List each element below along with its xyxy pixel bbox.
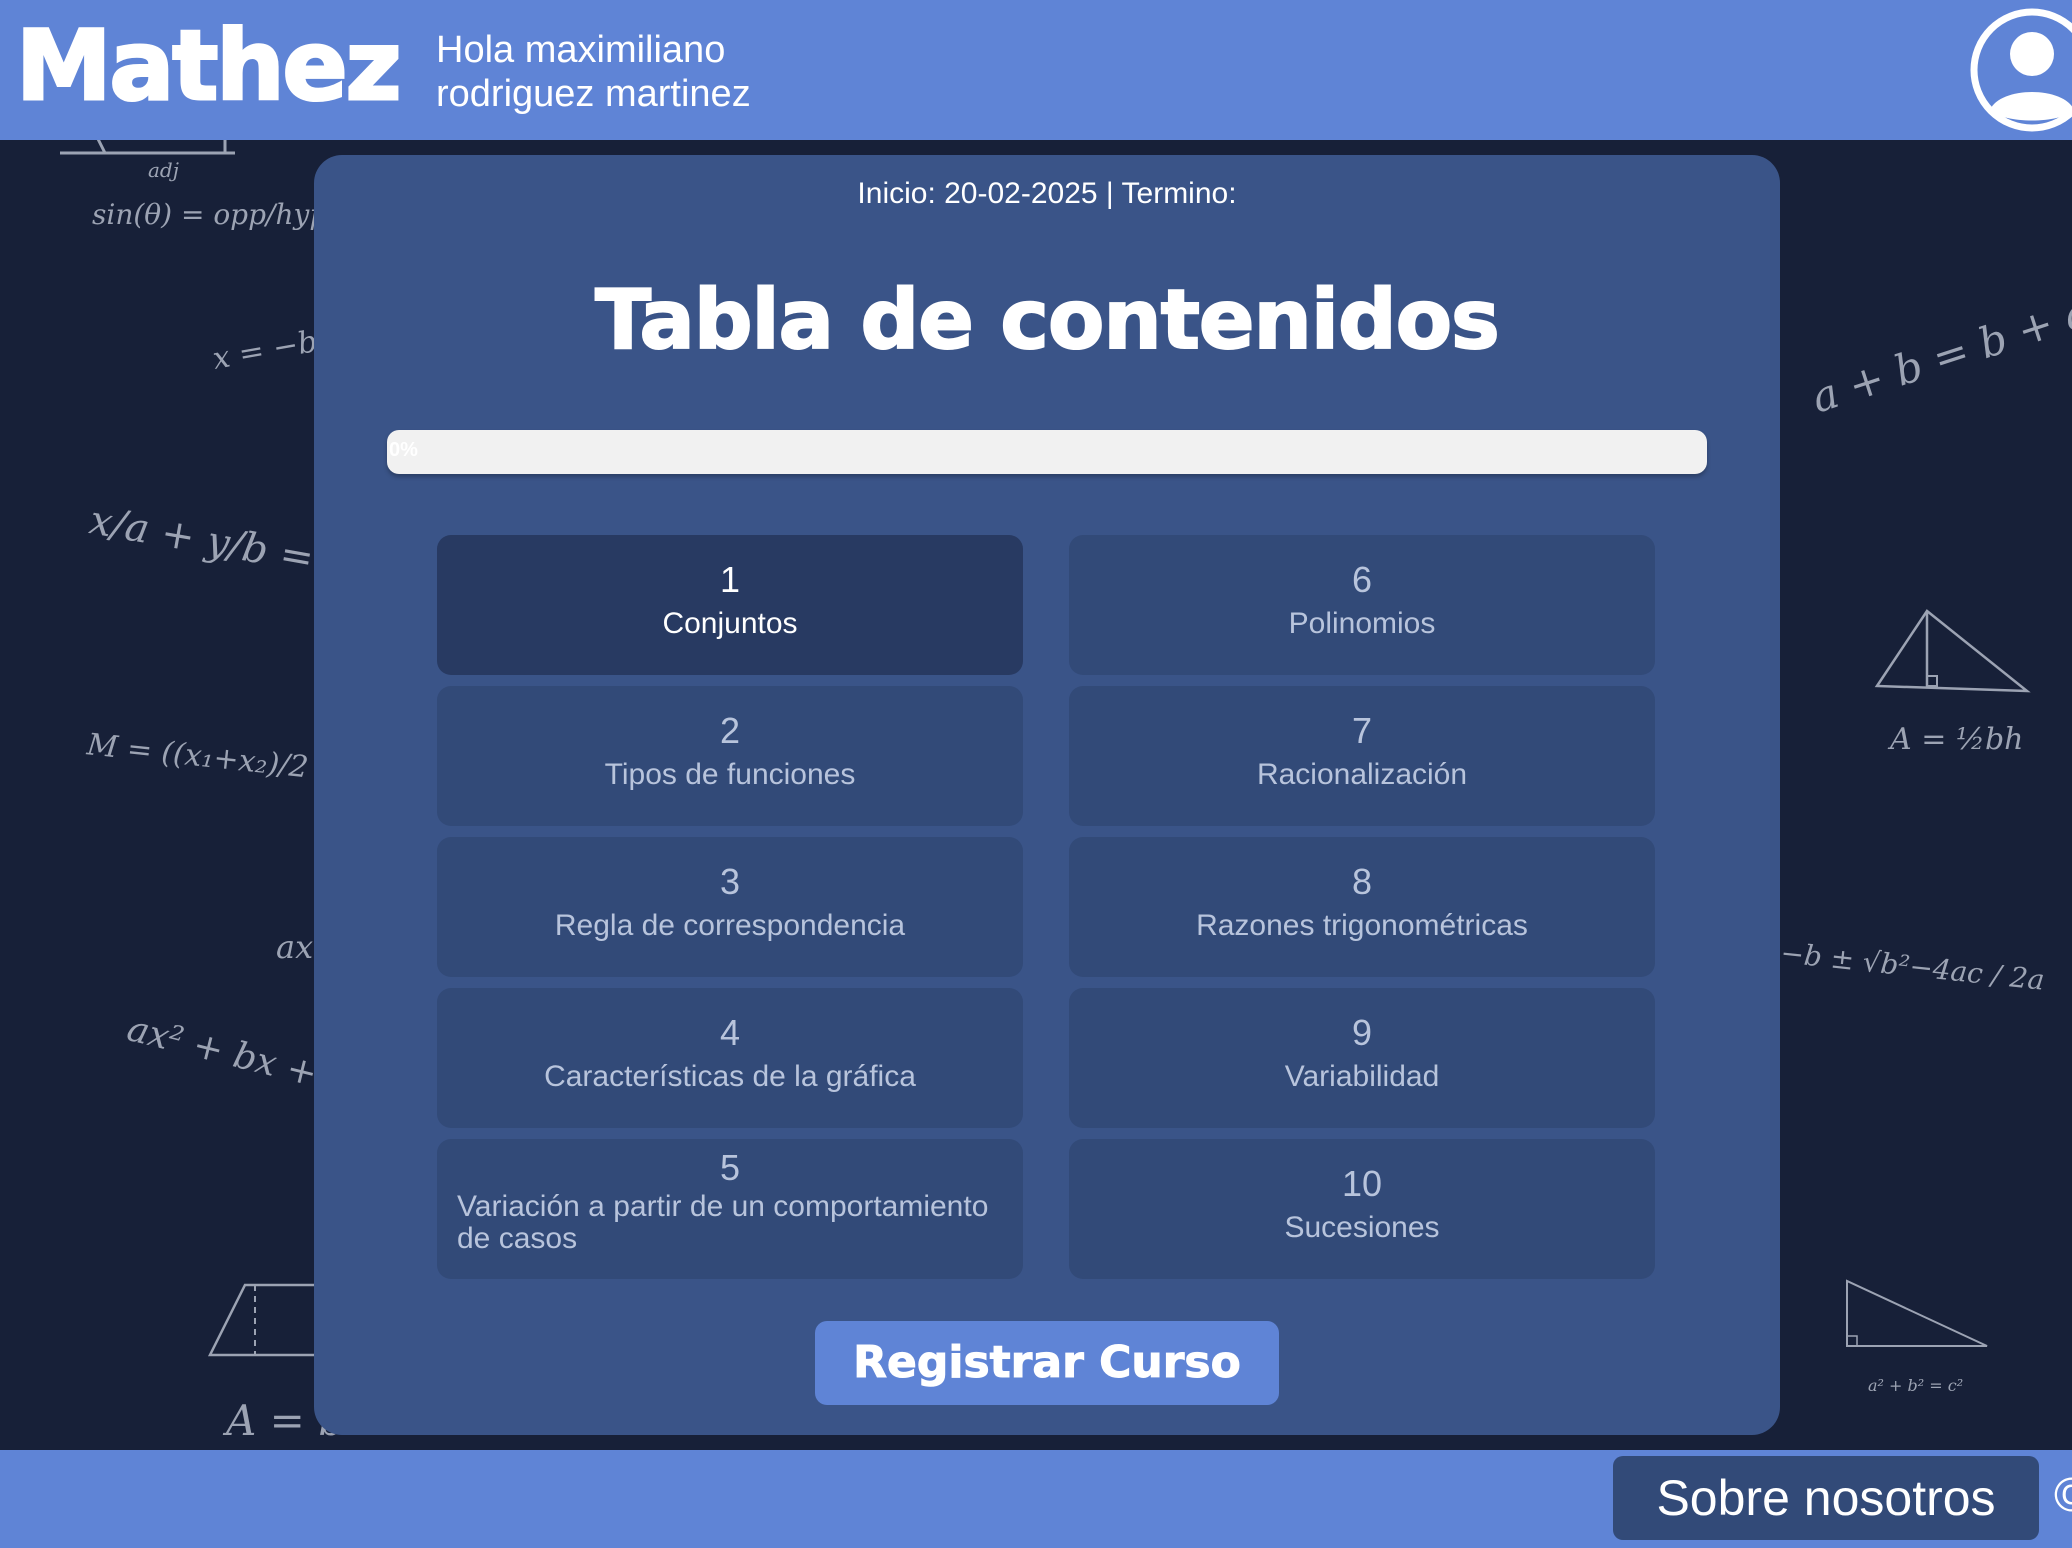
topic-label: Polinomios bbox=[1288, 607, 1436, 640]
topic-button-6[interactable]: 6 Polinomios bbox=[1069, 535, 1655, 675]
topic-label: Regla de correspondencia bbox=[554, 909, 906, 942]
topic-button-8[interactable]: 8 Razones trigonométricas bbox=[1069, 837, 1655, 977]
footer-bar: Sobre nosotros © bbox=[0, 1450, 2072, 1548]
topic-label: Conjuntos bbox=[662, 607, 798, 640]
topic-number: 6 bbox=[1351, 559, 1373, 600]
register-course-button[interactable]: Registrar Curso bbox=[815, 1321, 1279, 1405]
chalk-formula-triangle-area: A = ½bh bbox=[1890, 722, 2024, 757]
chalk-formula-adj: adj bbox=[148, 158, 179, 182]
chalk-formula-pythagoras: a² + b² = c² bbox=[1868, 1376, 1964, 1395]
start-date: Inicio: 20-02-2025 bbox=[857, 177, 1098, 210]
topic-number: 8 bbox=[1351, 861, 1373, 902]
topic-number: 9 bbox=[1351, 1012, 1373, 1053]
topic-number: 3 bbox=[719, 861, 741, 902]
page-title: Tabla de contenidos bbox=[594, 272, 1501, 369]
topic-button-7[interactable]: 7 Racionalización bbox=[1069, 686, 1655, 826]
course-dates: Inicio: 20-02-2025 | Termino: bbox=[314, 177, 1780, 211]
chalk-formula-commutative: a + b = b + a bbox=[1805, 286, 2072, 423]
topic-button-2[interactable]: 2 Tipos de funciones bbox=[437, 686, 1023, 826]
chalk-formula-sin: sin(θ) = opp/hyp bbox=[92, 198, 328, 231]
topic-label: Razones trigonométricas bbox=[1196, 909, 1528, 942]
topic-button-1[interactable]: 1 Conjuntos bbox=[437, 535, 1023, 675]
topic-button-9[interactable]: 9 Variabilidad bbox=[1069, 988, 1655, 1128]
topic-button-5[interactable]: 5 Variación a partir de un comportamient… bbox=[437, 1139, 1023, 1279]
chalk-formula-quadratic-right: −b ± √b²−4ac / 2a bbox=[1779, 936, 2047, 997]
topic-number: 1 bbox=[719, 559, 741, 600]
topic-label: Sucesiones bbox=[1284, 1211, 1440, 1244]
topic-number: 10 bbox=[1341, 1163, 1383, 1204]
parallelogram-drawing bbox=[207, 1283, 325, 1357]
triangle-area-drawing bbox=[1874, 609, 2031, 693]
app-logo[interactable]: Mathez bbox=[15, 17, 404, 116]
topic-number: 4 bbox=[719, 1012, 741, 1053]
right-triangle-drawing bbox=[1846, 1279, 1988, 1347]
user-circle-icon[interactable] bbox=[1970, 8, 2072, 132]
end-date: Termino: bbox=[1121, 177, 1237, 210]
topic-label: Racionalización bbox=[1256, 758, 1468, 791]
topic-label: Variación a partir de un comportamiento … bbox=[457, 1190, 989, 1255]
topic-label: Tipos de funciones bbox=[604, 758, 856, 791]
topic-button-3[interactable]: 3 Regla de correspondencia bbox=[437, 837, 1023, 977]
progress-bar: 0% bbox=[387, 430, 1707, 474]
chalk-formula-ax: ax bbox=[276, 928, 314, 966]
topic-label: Variabilidad bbox=[1284, 1060, 1440, 1093]
topics-grid: 1 Conjuntos 2 Tipos de funciones 3 Regla… bbox=[437, 535, 1657, 1280]
user-greeting: Hola maximiliano rodriguez martinez bbox=[436, 29, 751, 115]
top-bar: Mathez Hola maximiliano rodriguez martin… bbox=[0, 0, 2072, 140]
course-card: Inicio: 20-02-2025 | Termino: Tabla de c… bbox=[314, 155, 1780, 1435]
about-us-button[interactable]: Sobre nosotros bbox=[1613, 1456, 2039, 1540]
topic-number: 5 bbox=[719, 1147, 741, 1188]
topic-label: Características de la gráfica bbox=[544, 1060, 916, 1093]
topic-button-4[interactable]: 4 Características de la gráfica bbox=[437, 988, 1023, 1128]
topic-number: 2 bbox=[719, 710, 741, 751]
date-separator: | bbox=[1097, 177, 1122, 210]
topic-button-10[interactable]: 10 Sucesiones bbox=[1069, 1139, 1655, 1279]
progress-label: 0% bbox=[389, 439, 418, 461]
copyright-symbol: © bbox=[2054, 1469, 2072, 1522]
topic-number: 7 bbox=[1351, 710, 1373, 751]
